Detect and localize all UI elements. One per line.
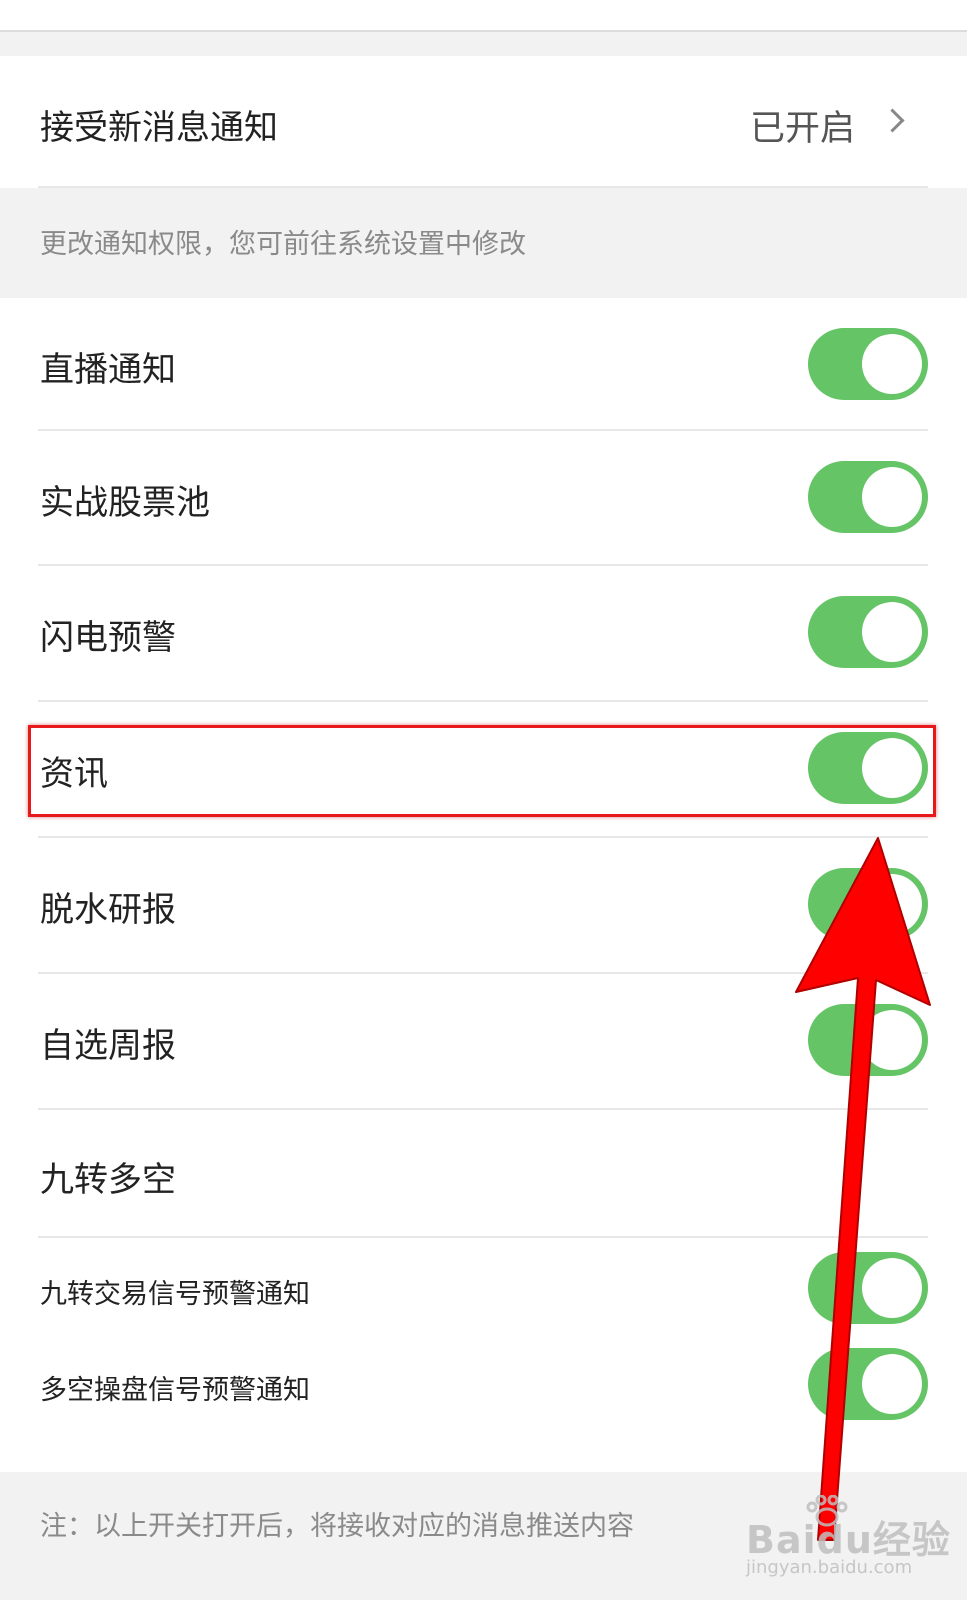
watermark-main: Baidu经验 (746, 1518, 951, 1562)
annotation-arrow-icon (795, 837, 931, 1541)
watermark-sub: jingyan.baidu.com (746, 1557, 913, 1578)
watermark: Baidu经验 jingyan.baidu.com (742, 1495, 952, 1590)
